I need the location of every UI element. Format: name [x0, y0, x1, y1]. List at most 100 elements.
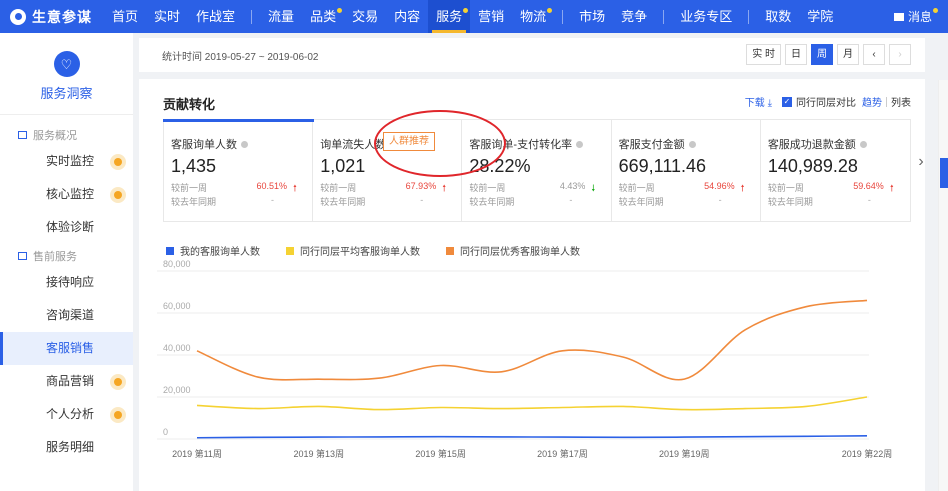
- metric-value: 140,989.28: [767, 156, 858, 176]
- y-tick-label: 20,000: [163, 385, 191, 395]
- highlight-circle: [374, 110, 506, 177]
- nav-item-logistics[interactable]: 物流: [512, 0, 554, 33]
- y-tick-label: 40,000: [163, 343, 191, 353]
- metric-cards: 客服询单人数 1,435 较前一周 60.51% 🠕 较去年同期 - 询单流失人数 1…: [162, 119, 911, 222]
- info-icon[interactable]: [241, 140, 248, 148]
- sidebar-item-product-marketing[interactable]: 商品营销: [0, 365, 133, 398]
- notify-dot: [933, 8, 938, 13]
- sidebar-divider: [0, 114, 133, 115]
- envelope-icon: [893, 12, 904, 21]
- contribution-card: 贡献转化 下载 ⤓ ✓ 同行同层对比 趋势 列表 客服询单人数 1,435 较前…: [139, 79, 925, 491]
- x-tick-label: 2019 第17周: [537, 448, 588, 459]
- period-selector: 实 时 日 周 月 ‹ ›: [742, 44, 911, 65]
- brand-name: 生意参谋: [32, 8, 92, 25]
- nav-separator: [251, 9, 253, 24]
- nav-separator: [562, 9, 564, 24]
- period-month-button[interactable]: 月: [837, 44, 859, 65]
- top-nav: 生意参谋 首页 实时 作战室 流量 品类 交易 内容 服务 营销 物流 市场 竞…: [0, 0, 948, 33]
- nav-item-service[interactable]: 服务: [428, 0, 471, 33]
- nav-item-market[interactable]: 市场: [571, 0, 613, 33]
- info-icon[interactable]: [859, 140, 867, 148]
- sidebar: ♡ 服务洞察 服务概况 实时监控 核心监控 体验诊断 售前服务 接待响应 咨询渠…: [0, 33, 133, 491]
- metric-card[interactable]: 客服成功退款金额 140,989.28 较前一周 59.64% 🠕 较去年同期 -: [761, 120, 910, 221]
- notify-dot: [110, 374, 126, 390]
- notify-dot: [337, 8, 343, 13]
- nav-item-data-fetch[interactable]: 取数: [757, 0, 799, 33]
- sidebar-item-personal-analysis[interactable]: 个人分析: [0, 398, 133, 431]
- x-tick-label: 2019 第13周: [294, 448, 345, 459]
- info-icon[interactable]: [688, 140, 696, 148]
- nav-separator: [663, 9, 665, 24]
- period-day-button[interactable]: 日: [785, 44, 807, 65]
- nav-item-trade[interactable]: 交易: [344, 0, 386, 33]
- sidebar-item-service-sales[interactable]: 客服销售: [0, 332, 133, 365]
- nav-item-academy[interactable]: 学院: [799, 0, 841, 33]
- notify-dot: [110, 187, 126, 203]
- trend-chart: 0 20,000 40,000 60,000 80,000 2019 第11周 2019 第…: [157, 259, 893, 459]
- sidebar-item-experience-diagnosis[interactable]: 体验诊断: [0, 211, 133, 244]
- info-icon[interactable]: [576, 140, 584, 148]
- chart-icon: [18, 131, 27, 139]
- y-tick-label: 0: [163, 427, 168, 437]
- series-line-1[interactable]: [196, 396, 868, 411]
- nav-item-category[interactable]: 品类: [302, 0, 344, 33]
- x-tick-label: 2019 第11周: [172, 448, 222, 459]
- period-week-button[interactable]: 周: [811, 44, 833, 65]
- date-bar: 统计时间 2019-05-27 ~ 2019-06-02 实 时 日 周 月 ‹…: [139, 38, 925, 72]
- nav-separator: [748, 9, 750, 24]
- floating-side-tab[interactable]: [940, 158, 948, 188]
- nav-item-competition[interactable]: 竞争: [613, 0, 655, 33]
- prev-period-button[interactable]: ‹: [863, 44, 885, 65]
- period-realtime-button[interactable]: 实 时: [746, 44, 781, 65]
- nav-item-home[interactable]: 首页: [104, 0, 146, 33]
- series-line-0[interactable]: [196, 435, 868, 439]
- legend-item[interactable]: 同行同层平均客服询单人数: [286, 243, 420, 258]
- sidebar-item-realtime-monitor[interactable]: 实时监控: [0, 145, 133, 178]
- download-icon: ⤓: [767, 98, 772, 109]
- metric-value: 1,435: [171, 156, 217, 176]
- brand-logo-icon: [10, 8, 26, 25]
- nav-item-marketing[interactable]: 营销: [470, 0, 512, 33]
- view-separator: [886, 96, 887, 107]
- heart-shield-icon: ♡: [53, 51, 80, 77]
- card-tools: 下载 ⤓ ✓ 同行同层对比 趋势 列表: [745, 94, 911, 109]
- metrics-next-arrow[interactable]: ›: [914, 153, 928, 171]
- nav-item-content[interactable]: 内容: [386, 0, 428, 33]
- download-button[interactable]: 下载 ⤓: [745, 94, 772, 109]
- sidebar-item-core-monitor[interactable]: 核心监控: [0, 178, 133, 211]
- sidebar-section-presales: 售前服务: [0, 246, 133, 266]
- notify-dot: [463, 8, 469, 13]
- legend-item[interactable]: 同行同层优秀客服询单人数: [446, 243, 580, 258]
- next-period-button[interactable]: ›: [889, 44, 911, 65]
- trend-view-button[interactable]: 趋势: [862, 94, 882, 109]
- nav-item-business-zone[interactable]: 业务专区: [672, 0, 740, 33]
- sidebar-item-consult-channel[interactable]: 咨询渠道: [0, 299, 133, 332]
- metric-card[interactable]: 客服询单人数 1,435 较前一周 60.51% 🠕 较去年同期 -: [162, 119, 315, 221]
- y-tick-label: 80,000: [163, 259, 191, 269]
- right-edge-panel: [938, 80, 948, 491]
- nav-item-realtime[interactable]: 实时: [146, 0, 188, 33]
- messages-button[interactable]: 消息: [893, 0, 938, 33]
- legend-item[interactable]: 我的客服询单人数: [166, 243, 260, 258]
- sidebar-item-service-detail[interactable]: 服务明细: [0, 431, 133, 464]
- nav-item-war-room[interactable]: 作战室: [188, 0, 243, 33]
- chart-icon: [18, 252, 27, 260]
- peer-compare-label: 同行同层对比: [796, 98, 856, 109]
- metric-card[interactable]: 客服支付金额 669,111.46 较前一周 54.96% 🠕 较去年同期 -: [612, 120, 761, 221]
- x-tick-label: 2019 第22周: [842, 448, 893, 459]
- y-tick-label: 60,000: [163, 301, 191, 311]
- sidebar-item-reception[interactable]: 接待响应: [0, 266, 133, 299]
- card-title: 贡献转化: [163, 97, 216, 112]
- series-line-2[interactable]: [196, 299, 868, 381]
- list-view-button[interactable]: 列表: [891, 94, 911, 109]
- metric-value: 669,111.46: [618, 156, 707, 176]
- chart-legend: 我的客服询单人数 同行同层平均客服询单人数 同行同层优秀客服询单人数: [166, 243, 606, 258]
- notify-dot: [110, 407, 126, 423]
- peer-compare-checkbox[interactable]: ✓: [782, 96, 792, 107]
- brand[interactable]: 生意参谋: [0, 7, 104, 27]
- date-range: 统计时间 2019-05-27 ~ 2019-06-02: [162, 52, 319, 63]
- notify-dot: [110, 154, 126, 170]
- sidebar-section-overview: 服务概况: [0, 125, 133, 145]
- nav-item-traffic[interactable]: 流量: [260, 0, 302, 33]
- x-tick-label: 2019 第19周: [659, 448, 710, 459]
